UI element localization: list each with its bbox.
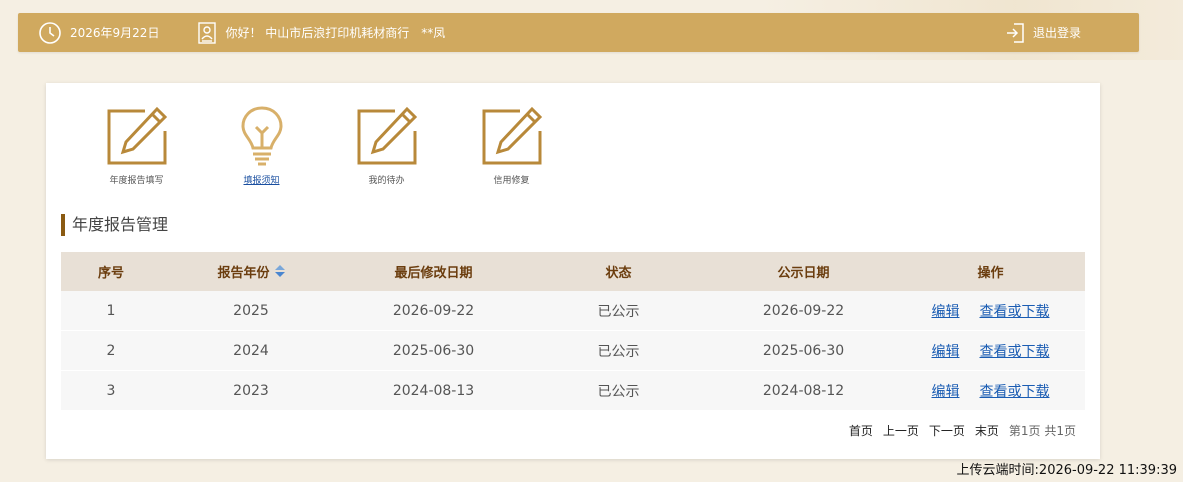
quick-label: 填报须知 <box>243 176 280 186</box>
cell-publish: 2025-06-30 <box>711 330 896 371</box>
table-row: 1 2025 2026-09-22 已公示 2026-09-22 编辑 查看或下载 <box>61 291 1085 331</box>
cell-no: 3 <box>61 370 161 411</box>
view-download-link[interactable]: 查看或下载 <box>980 304 1050 320</box>
col-header-modified: 最后修改日期 <box>341 252 526 291</box>
cell-status: 已公示 <box>526 291 711 331</box>
edit-box-icon <box>480 105 544 167</box>
quick-links: 年度报告填写 填报须知 我的待办 信用修复 <box>74 105 574 186</box>
edit-link[interactable]: 编辑 <box>932 344 960 360</box>
col-header-publish: 公示日期 <box>711 252 896 291</box>
cell-year: 2025 <box>161 291 341 331</box>
user-name: **凤 <box>421 26 446 40</box>
top-bar: 2026年9月22日 你好！ 中山市后浪打印机耗材商行 **凤 退出登录 <box>18 13 1139 52</box>
report-table: 序号 报告年份 最后修改日期 状态 公示日期 操作 1 2025 2026-09… <box>61 252 1085 411</box>
cell-status: 已公示 <box>526 330 711 371</box>
table-row: 3 2023 2024-08-13 已公示 2024-08-12 编辑 查看或下载 <box>61 370 1085 411</box>
edit-box-icon <box>355 105 419 167</box>
cell-modified: 2026-09-22 <box>341 291 526 331</box>
cell-ops: 编辑 查看或下载 <box>896 330 1085 371</box>
pagination: 首页 上一页 下一页 末页 第1页 共1页 <box>839 422 1076 439</box>
pager-prev[interactable]: 上一页 <box>883 422 919 439</box>
cell-publish: 2026-09-22 <box>711 291 896 331</box>
cell-year: 2023 <box>161 370 341 411</box>
edit-box-icon <box>105 105 169 167</box>
cell-ops: 编辑 查看或下载 <box>896 370 1085 411</box>
pager-last[interactable]: 末页 <box>975 422 999 439</box>
cell-no: 1 <box>61 291 161 331</box>
col-header-no: 序号 <box>61 252 161 291</box>
logout-button[interactable]: 退出登录 <box>1005 22 1081 44</box>
view-download-link[interactable]: 查看或下载 <box>980 384 1050 400</box>
cell-modified: 2024-08-13 <box>341 370 526 411</box>
pager-next[interactable]: 下一页 <box>929 422 965 439</box>
cell-publish: 2024-08-12 <box>711 370 896 411</box>
cell-no: 2 <box>61 330 161 371</box>
quick-label: 信用修复 <box>493 176 530 186</box>
col-header-year[interactable]: 报告年份 <box>161 252 341 291</box>
cell-ops: 编辑 查看或下载 <box>896 291 1085 331</box>
greeting-text: 你好！ 中山市后浪打印机耗材商行 <box>225 26 410 40</box>
clock-icon <box>38 21 62 45</box>
quick-label: 年度报告填写 <box>109 176 164 186</box>
edit-link[interactable]: 编辑 <box>932 304 960 320</box>
quick-annual-report[interactable]: 年度报告填写 <box>74 105 199 186</box>
quick-label: 我的待办 <box>368 176 405 186</box>
date-text: 2026年9月22日 <box>70 26 160 40</box>
upload-time: 上传云端时间:2026-09-22 11:39:39 <box>956 463 1177 478</box>
col-header-status: 状态 <box>526 252 711 291</box>
section-title: 年度报告管理 <box>61 214 168 236</box>
edit-link[interactable]: 编辑 <box>932 384 960 400</box>
cell-modified: 2025-06-30 <box>341 330 526 371</box>
view-download-link[interactable]: 查看或下载 <box>980 344 1050 360</box>
date-display: 2026年9月22日 <box>38 21 159 45</box>
col-header-year-label: 报告年份 <box>217 265 270 281</box>
cell-status: 已公示 <box>526 370 711 411</box>
table-header-row: 序号 报告年份 最后修改日期 状态 公示日期 操作 <box>61 252 1085 291</box>
quick-filing-notice[interactable]: 填报须知 <box>199 105 324 186</box>
pager-first[interactable]: 首页 <box>849 422 873 439</box>
greeting: 你好！ 中山市后浪打印机耗材商行 **凤 <box>197 21 446 44</box>
lightbulb-icon <box>239 105 285 167</box>
pager-info: 第1页 共1页 <box>1008 424 1076 438</box>
col-header-ops: 操作 <box>896 252 1085 291</box>
main-panel: 年度报告填写 填报须知 我的待办 信用修复 年度报告管理 序号 报告年份 最后修… <box>46 83 1100 459</box>
logout-icon <box>1005 22 1025 44</box>
quick-my-todo[interactable]: 我的待办 <box>324 105 449 186</box>
table-row: 2 2024 2025-06-30 已公示 2025-06-30 编辑 查看或下载 <box>61 330 1085 371</box>
sort-icon[interactable] <box>274 265 285 281</box>
user-badge-icon <box>197 21 217 44</box>
quick-credit-repair[interactable]: 信用修复 <box>449 105 574 186</box>
cell-year: 2024 <box>161 330 341 371</box>
logout-label: 退出登录 <box>1032 26 1081 40</box>
